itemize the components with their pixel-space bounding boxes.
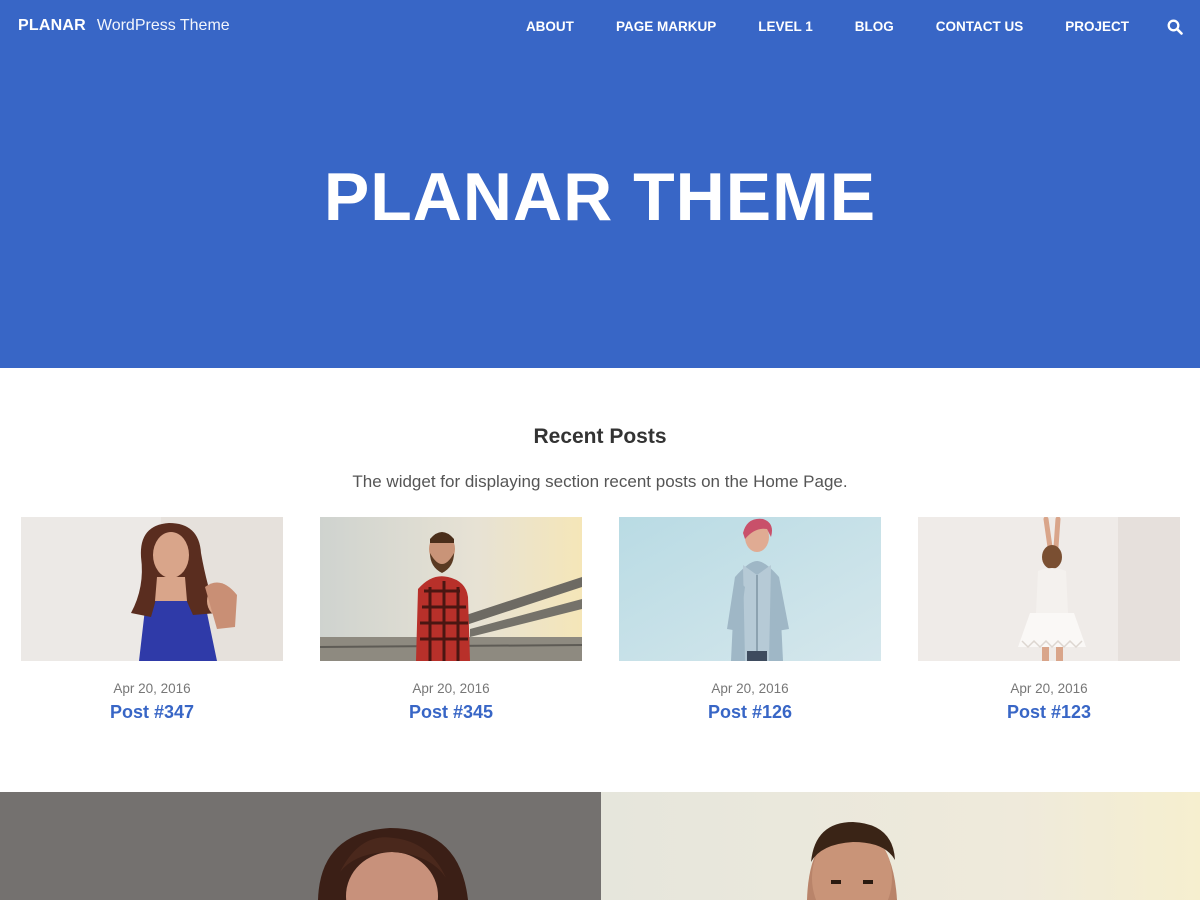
site-tagline: WordPress Theme (96, 17, 230, 34)
recent-posts-grid: Apr 20, 2016 Post #347 Apr 20, 2016 Post… (21, 517, 1181, 737)
section-description: The widget for displaying section recent… (352, 472, 848, 491)
search-button[interactable] (1150, 0, 1200, 54)
post-title-link[interactable]: Post #123 (918, 702, 1180, 723)
post-card[interactable]: Apr 20, 2016 Post #345 (320, 517, 582, 737)
section-title: Recent Posts (533, 425, 667, 448)
main-navigation: ABOUT PAGE MARKUP LEVEL 1 BLOG CONTACT U… (505, 0, 1200, 54)
nav-item-page-markup[interactable]: PAGE MARKUP (595, 0, 737, 54)
nav-item-about[interactable]: ABOUT (505, 0, 595, 54)
post-date: Apr 20, 2016 (412, 681, 490, 696)
post-date: Apr 20, 2016 (113, 681, 191, 696)
hero-title: PLANAR THEME (323, 159, 877, 235)
post-title-link[interactable]: Post #345 (320, 702, 582, 723)
post-card[interactable]: Apr 20, 2016 Post #123 (918, 517, 1180, 737)
post-date: Apr 20, 2016 (1010, 681, 1088, 696)
post-card[interactable]: Apr 20, 2016 Post #126 (619, 517, 881, 737)
top-bar: PLANAR WordPress Theme ABOUT PAGE MARKUP… (0, 0, 1200, 54)
site-header: PLANAR WordPress Theme ABOUT PAGE MARKUP… (0, 0, 1200, 368)
post-thumbnail[interactable] (619, 517, 881, 661)
featured-image[interactable] (601, 792, 1200, 900)
nav-item-level-1[interactable]: LEVEL 1 (737, 0, 834, 54)
featured-images-strip (0, 792, 1200, 900)
post-title-link[interactable]: Post #347 (21, 702, 283, 723)
post-card[interactable]: Apr 20, 2016 Post #347 (21, 517, 283, 737)
recent-posts-section: Recent Posts The widget for displaying s… (0, 368, 1200, 792)
post-date: Apr 20, 2016 (711, 681, 789, 696)
featured-image[interactable] (0, 792, 601, 900)
post-thumbnail[interactable] (918, 517, 1180, 661)
site-brand-link[interactable]: PLANAR WordPress Theme (18, 17, 230, 35)
post-thumbnail[interactable] (21, 517, 283, 661)
nav-item-contact-us[interactable]: CONTACT US (915, 0, 1045, 54)
post-thumbnail[interactable] (320, 517, 582, 661)
nav-item-blog[interactable]: BLOG (834, 0, 915, 54)
site-name: PLANAR (18, 17, 86, 34)
post-title-link[interactable]: Post #126 (619, 702, 881, 723)
search-icon (1167, 19, 1183, 35)
nav-item-project[interactable]: PROJECT (1044, 0, 1150, 54)
